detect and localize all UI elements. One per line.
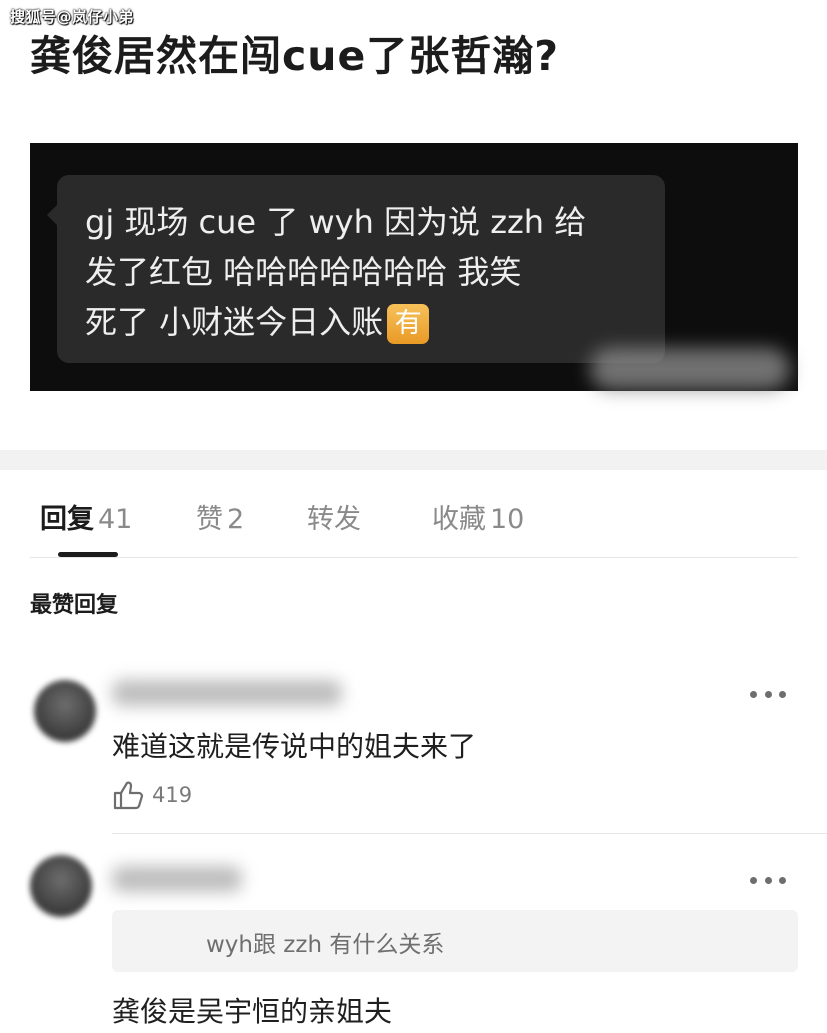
tab-reposts-label: 转发 — [307, 504, 361, 535]
tab-reposts[interactable]: 转发 — [307, 497, 361, 536]
blurred-username — [112, 866, 242, 892]
blurred-username — [112, 680, 342, 706]
chat-bubble-text: gj 现场 cue 了 wyh 因为说 zzh 给 发了红包 哈哈哈哈哈哈哈 我… — [85, 197, 655, 347]
tabs-divider — [30, 557, 798, 558]
section-separator — [0, 450, 827, 470]
tab-likes-count: 2 — [227, 504, 245, 535]
bubble-tail — [47, 205, 57, 225]
top-replies-heading: 最赞回复 — [30, 593, 119, 618]
tab-favorites[interactable]: 收藏 10 — [432, 497, 524, 536]
tab-replies-label: 回复 — [40, 504, 94, 535]
like-button[interactable]: 419 — [112, 780, 192, 810]
chat-line-3: 死了 小财迷今日入账有 — [85, 297, 655, 347]
thumbs-up-icon — [113, 781, 144, 810]
comment-text: 龚俊是吴宇恒的亲姐夫 — [112, 995, 393, 1028]
avatar[interactable] — [30, 855, 92, 917]
chat-line-3-text: 死了 小财迷今日入账 — [85, 303, 384, 341]
quoted-reply-text: wyh跟 zzh 有什么关系 — [206, 932, 445, 958]
like-count: 419 — [152, 783, 193, 807]
more-options-icon[interactable] — [750, 688, 786, 700]
tab-likes[interactable]: 赞2 — [196, 497, 244, 536]
chat-bubble: gj 现场 cue 了 wyh 因为说 zzh 给 发了红包 哈哈哈哈哈哈哈 我… — [47, 175, 665, 363]
chat-line-1: gj 现场 cue 了 wyh 因为说 zzh 给 — [85, 203, 587, 241]
tab-likes-label: 赞 — [196, 504, 223, 535]
tab-favorites-count: 10 — [490, 504, 525, 535]
avatar[interactable] — [34, 680, 96, 742]
comment-divider — [112, 833, 827, 834]
comment-text: 难道这就是传说中的姐夫来了 — [112, 730, 477, 763]
tab-replies-count: 41 — [98, 504, 133, 535]
more-options-icon[interactable] — [750, 874, 786, 886]
you-emoji-icon: 有 — [387, 304, 430, 344]
tab-replies[interactable]: 回复 41 — [40, 497, 132, 536]
post-image[interactable]: gj 现场 cue 了 wyh 因为说 zzh 给 发了红包 哈哈哈哈哈哈哈 我… — [30, 143, 798, 391]
chat-line-2: 发了红包 哈哈哈哈哈哈哈 我笑 — [85, 253, 522, 291]
post-title: 龚俊居然在闯cue了张哲瀚? — [30, 32, 560, 80]
blurred-sender-name — [590, 348, 790, 390]
tab-favorites-label: 收藏 — [432, 504, 486, 535]
quoted-reply[interactable]: wyh跟 zzh 有什么关系 — [112, 910, 798, 972]
